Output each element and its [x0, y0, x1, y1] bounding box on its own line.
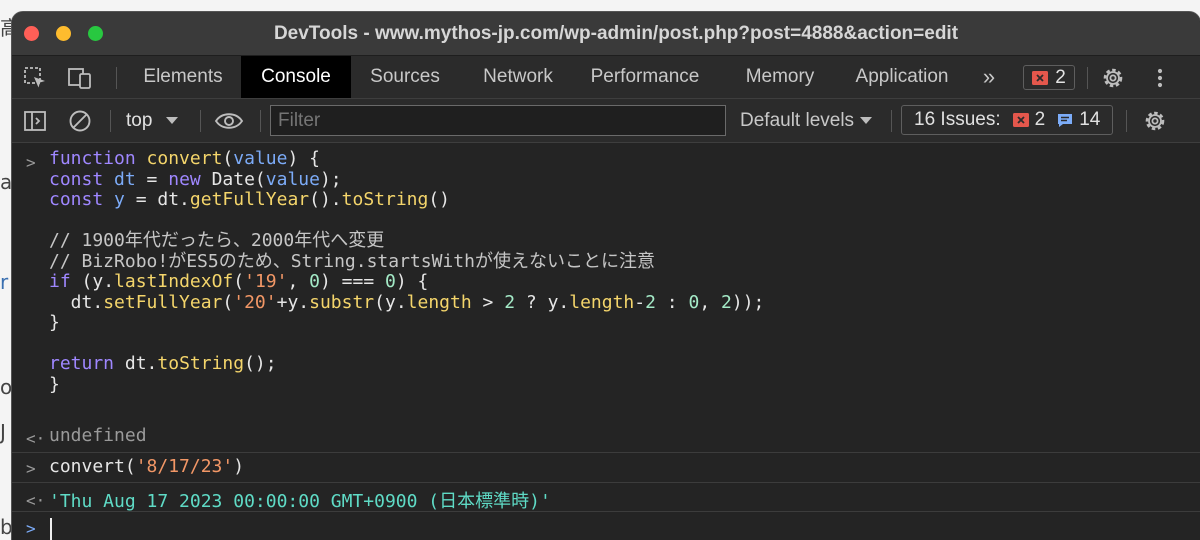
devtools-window: DevTools - www.mythos-jp.com/wp-admin/po… [12, 12, 1200, 540]
log-levels-label: Default levels [740, 109, 855, 131]
tab-memory[interactable]: Memory [732, 56, 828, 98]
code-comment: // 1900年代だったら、2000年代へ変更 [49, 230, 385, 251]
tab-performance[interactable]: Performance [582, 56, 708, 98]
divider [110, 110, 111, 132]
console-prompt-input[interactable] [50, 518, 52, 540]
filter-input[interactable] [270, 105, 726, 136]
context-label: top [126, 109, 153, 131]
tab-elements[interactable]: Elements [128, 56, 238, 98]
code-line: if (y.lastIndexOf('19', 0) === 0) { [49, 271, 429, 292]
input-prompt-chevron-icon: > [26, 459, 36, 478]
error-icon [1012, 113, 1029, 127]
dropdown-arrow-icon [860, 116, 873, 125]
code-line: return dt.toString(); [49, 353, 277, 374]
window-title: DevTools - www.mythos-jp.com/wp-admin/po… [273, 23, 959, 44]
console-settings-gear-icon[interactable] [1142, 108, 1168, 134]
more-tabs-button[interactable]: » [974, 56, 1004, 98]
divider [891, 110, 892, 132]
issues-info-count: 14 [1079, 109, 1101, 130]
info-message-icon [1057, 113, 1073, 128]
device-toolbar-icon[interactable] [67, 65, 95, 91]
panel-tab-bar: Elements Console Sources Network Perform… [12, 56, 1200, 99]
console-input-call: convert('8/17/23') [49, 456, 245, 477]
divider [260, 110, 261, 132]
background-text: b [0, 515, 13, 539]
clear-console-icon[interactable] [67, 108, 93, 134]
error-counter-button[interactable]: 2 [1023, 65, 1075, 90]
divider [12, 482, 1200, 483]
live-expression-eye-icon[interactable] [214, 108, 244, 134]
background-text: o [0, 375, 13, 399]
log-levels-dropdown[interactable]: Default levels [740, 99, 880, 142]
inspect-element-icon[interactable] [22, 65, 48, 91]
code-comment: // BizRobo!がES5のため、String.startsWithが使えな… [49, 250, 655, 272]
divider [200, 110, 201, 132]
console-output[interactable]: > function convert(value) { const dt = n… [12, 143, 1200, 540]
sidebar-toggle-icon[interactable] [22, 108, 48, 134]
tab-application[interactable]: Application [844, 56, 960, 98]
dropdown-arrow-icon [166, 116, 179, 125]
issues-counter-button[interactable]: 16 Issues: 2 14 [901, 105, 1113, 135]
divider [12, 452, 1200, 453]
issues-label: 16 Issues: [914, 109, 1001, 130]
divider [1126, 110, 1127, 132]
error-count: 2 [1055, 66, 1066, 88]
result-arrow-icon: <· [26, 491, 46, 510]
error-icon [1032, 70, 1049, 85]
code-line: function convert(value) { [49, 148, 320, 169]
tab-console[interactable]: Console [241, 56, 351, 98]
input-prompt-chevron-icon: > [26, 153, 36, 172]
code-line: } [49, 312, 60, 333]
console-input-code: function convert(value) { const dt = new… [49, 148, 765, 395]
result-arrow-icon: <· [26, 429, 46, 448]
title-bar: DevTools - www.mythos-jp.com/wp-admin/po… [12, 12, 1200, 56]
divider [1087, 67, 1088, 89]
background-text: J [0, 420, 6, 444]
issues-error-count: 2 [1034, 109, 1046, 130]
divider [116, 67, 117, 89]
console-result-undefined: undefined [49, 425, 147, 446]
tab-network[interactable]: Network [467, 56, 569, 98]
console-toolbar: top Default levels 16 Issues: 2 14 [12, 99, 1200, 143]
active-prompt-chevron-icon: > [26, 519, 36, 538]
code-line: const y = dt.getFullYear().toString() [49, 189, 451, 210]
background-link[interactable]: r [0, 270, 8, 294]
console-result-string: 'Thu Aug 17 2023 00:00:00 GMT+0900 (日本標準… [49, 491, 551, 512]
context-selector[interactable]: top [118, 99, 188, 142]
code-line: const dt = new Date(value); [49, 168, 342, 190]
divider [12, 511, 1200, 512]
code-line: } [49, 373, 60, 395]
settings-gear-icon[interactable] [1100, 65, 1126, 91]
code-line: dt.setFullYear('20'+y.substr(y.length > … [49, 291, 765, 313]
more-options-icon[interactable] [1148, 65, 1172, 91]
tab-sources[interactable]: Sources [354, 56, 456, 98]
